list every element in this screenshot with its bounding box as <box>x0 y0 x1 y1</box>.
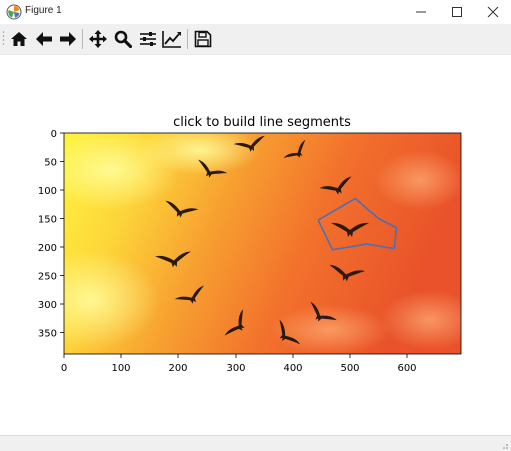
x-tick-label: 500 <box>340 363 359 374</box>
status-bar: x=1950 y=40.67 [255, 244, 10] <box>0 435 511 451</box>
y-tick-label: 100 <box>38 186 57 197</box>
line-chart-icon <box>162 31 181 48</box>
minimize-icon <box>416 11 426 13</box>
x-tick-label: 400 <box>283 363 302 374</box>
sliders-icon <box>140 32 156 46</box>
navigation-toolbar <box>0 24 511 55</box>
floppy-disk-icon <box>194 30 212 48</box>
home-button[interactable] <box>8 28 30 50</box>
magnifier-icon <box>114 30 132 48</box>
figure-svg[interactable]: click to build line segments 0 100 200 3… <box>0 55 511 435</box>
y-axis: 0 50 100 150 200 250 300 350 <box>38 129 64 340</box>
y-tick-label: 150 <box>38 215 57 226</box>
x-tick-label: 200 <box>168 363 187 374</box>
toolbar-separator <box>187 29 188 49</box>
minimize-button[interactable] <box>403 0 439 24</box>
x-tick-label: 100 <box>111 363 130 374</box>
edit-axes-button[interactable] <box>161 28 183 50</box>
matplotlib-logo-icon <box>6 4 22 20</box>
y-tick-label: 0 <box>51 129 57 140</box>
x-tick-label: 0 <box>61 363 67 374</box>
axes-title: click to build line segments <box>173 115 351 130</box>
window-title: Figure 1 <box>25 5 62 16</box>
pan-button[interactable] <box>87 28 109 50</box>
maximize-icon <box>452 7 462 17</box>
y-tick-label: 300 <box>38 300 57 311</box>
back-button[interactable] <box>33 28 55 50</box>
close-button[interactable] <box>475 0 511 24</box>
y-tick-label: 350 <box>38 329 57 340</box>
save-button[interactable] <box>192 28 214 50</box>
y-tick-label: 50 <box>44 158 57 169</box>
y-tick-label: 200 <box>38 243 57 254</box>
x-axis: 0 100 200 300 400 500 600 <box>61 354 417 374</box>
move-icon <box>89 30 107 48</box>
maximize-button[interactable] <box>439 0 475 24</box>
figure-canvas[interactable]: click to build line segments 0 100 200 3… <box>0 55 511 435</box>
arrow-left-icon <box>36 32 52 46</box>
toolbar-separator <box>82 29 83 49</box>
x-tick-label: 600 <box>397 363 416 374</box>
status-coordinates: x=1950 y=40.67 [255, 244, 10] <box>8 437 131 447</box>
home-icon <box>11 32 27 46</box>
zoom-button[interactable] <box>112 28 134 50</box>
resize-grip-icon[interactable] <box>499 440 509 450</box>
toolbar-grip-icon <box>2 31 5 45</box>
arrow-right-icon <box>60 32 76 46</box>
configure-subplots-button[interactable] <box>137 28 159 50</box>
x-tick-label: 300 <box>226 363 245 374</box>
window-titlebar: Figure 1 <box>0 0 511 24</box>
forward-button[interactable] <box>57 28 79 50</box>
background-image <box>64 133 461 354</box>
close-icon <box>487 6 499 18</box>
y-tick-label: 250 <box>38 272 57 283</box>
